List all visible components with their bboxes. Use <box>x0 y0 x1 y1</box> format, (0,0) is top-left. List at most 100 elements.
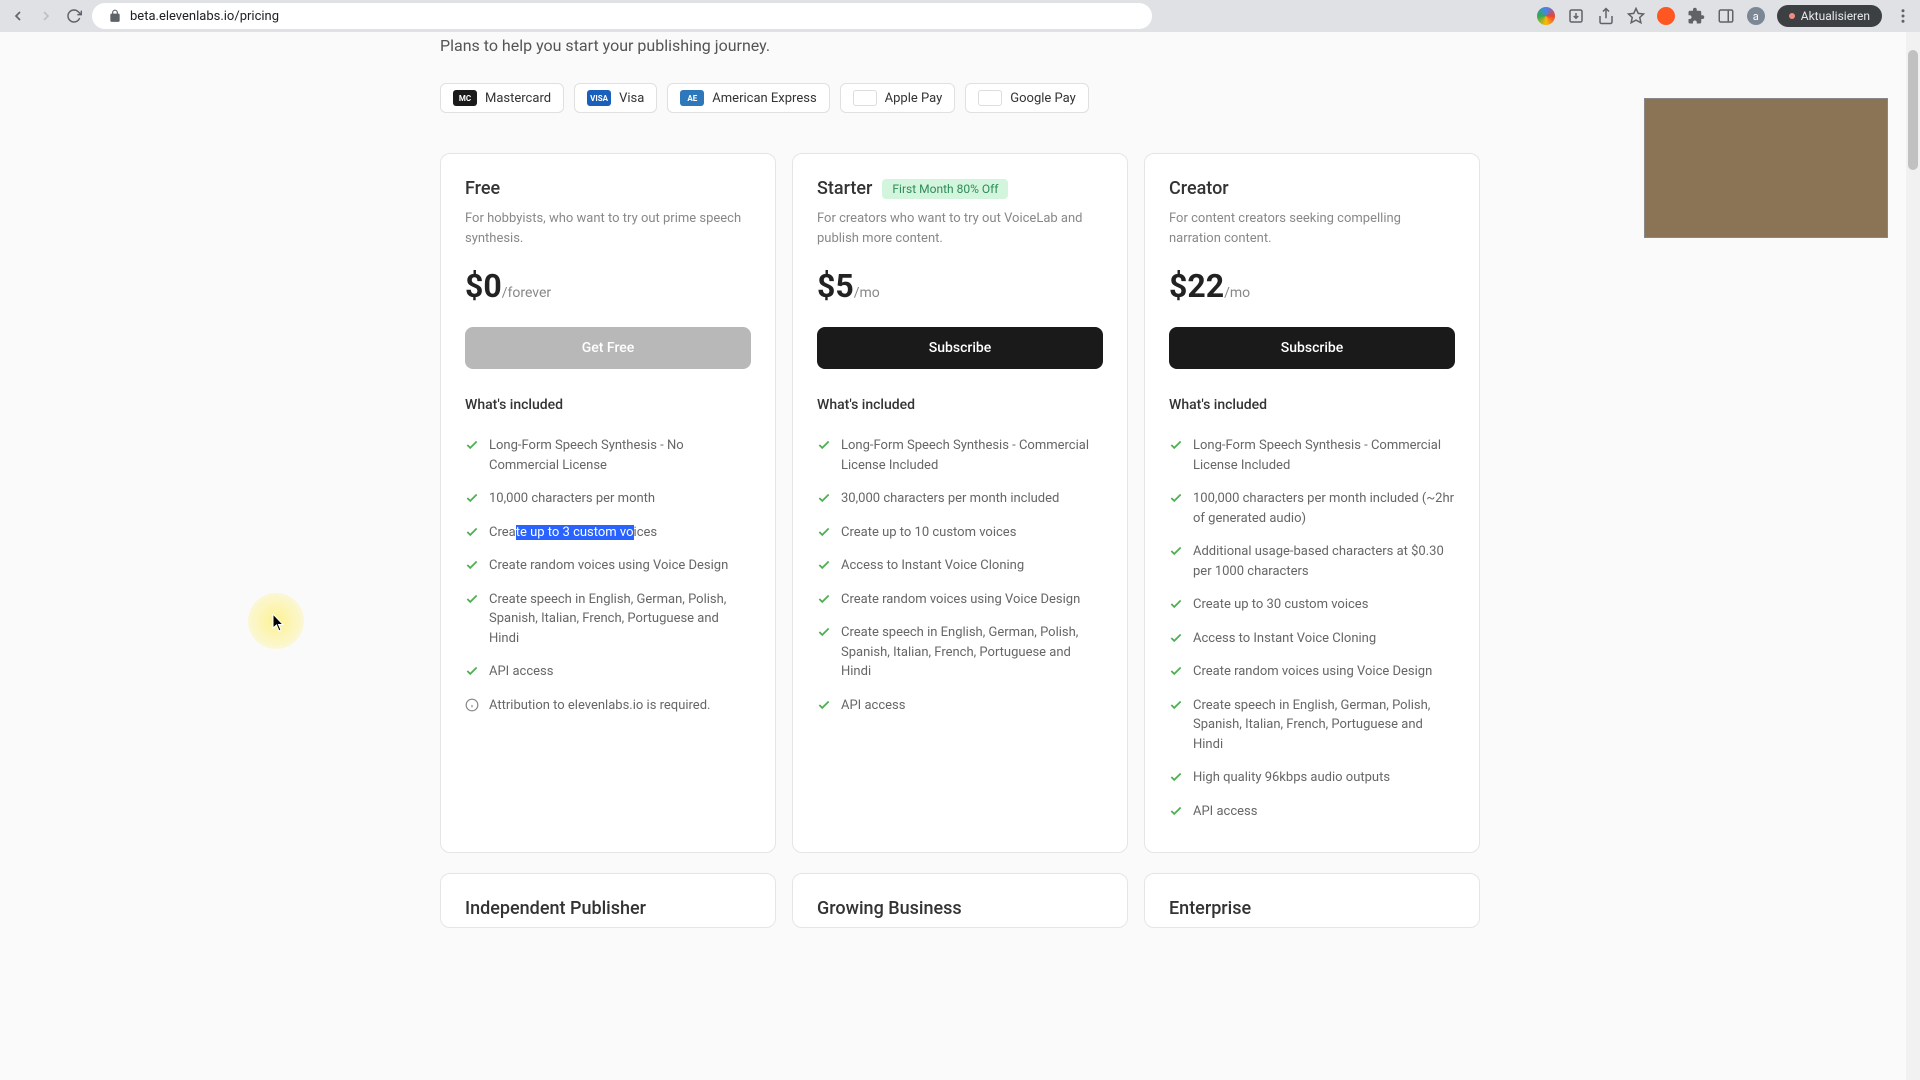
menu-icon[interactable] <box>1894 7 1912 25</box>
feature-text: Long-Form Speech Synthesis - No Commerci… <box>489 436 751 475</box>
plan-name: Starter <box>817 178 872 199</box>
extensions-icon[interactable] <box>1687 7 1705 25</box>
check-icon <box>1169 491 1183 505</box>
install-icon[interactable] <box>1567 7 1585 25</box>
feature-text: 10,000 characters per month <box>489 489 655 509</box>
scrollbar[interactable] <box>1906 32 1920 1080</box>
feature-item: API access <box>1169 795 1455 829</box>
plan-price: $5/mo <box>817 267 1103 305</box>
plan-card-free: Free For hobbyists, who want to try out … <box>440 153 776 853</box>
plan-period: /forever <box>502 285 551 301</box>
payment-label: Mastercard <box>485 91 551 106</box>
address-bar[interactable]: beta.elevenlabs.io/pricing <box>92 3 1152 29</box>
plan-price: $0/forever <box>465 267 751 305</box>
payment-label: Google Pay <box>1010 91 1076 106</box>
feature-item: 30,000 characters per month included <box>817 482 1103 516</box>
feature-item: High quality 96kbps audio outputs <box>1169 761 1455 795</box>
feature-text: Create speech in English, German, Polish… <box>841 623 1103 682</box>
google-lens-icon[interactable] <box>1537 7 1555 25</box>
plan-period: /mo <box>854 285 880 301</box>
feature-text: Create random voices using Voice Design <box>1193 662 1432 682</box>
feature-item: Access to Instant Voice Cloning <box>817 549 1103 583</box>
feature-text: Create up to 10 custom voices <box>841 523 1016 543</box>
highlight-annotation <box>248 593 304 649</box>
check-icon <box>817 525 831 539</box>
check-icon <box>1169 544 1183 558</box>
feature-item: API access <box>817 689 1103 723</box>
feature-text: Create random voices using Voice Design <box>841 590 1080 610</box>
feature-item: Create speech in English, German, Polish… <box>817 616 1103 689</box>
feature-text: Create up to 3 custom voices <box>489 523 657 543</box>
plan-card-creator: Creator For content creators seeking com… <box>1144 153 1480 853</box>
feature-item: Long-Form Speech Synthesis - Commercial … <box>817 429 1103 482</box>
payment-logo-icon: MC <box>453 90 477 106</box>
pricing-plans: Free For hobbyists, who want to try out … <box>440 153 1480 853</box>
check-icon <box>465 558 479 572</box>
plan-price: $22/mo <box>1169 267 1455 305</box>
update-indicator-icon <box>1789 13 1795 19</box>
plan-name: Independent Publisher <box>465 898 751 919</box>
included-heading: What's included <box>1169 397 1455 413</box>
feature-item: API access <box>465 655 751 689</box>
bookmark-icon[interactable] <box>1627 7 1645 25</box>
check-icon <box>1169 664 1183 678</box>
check-icon <box>1169 804 1183 818</box>
plan-description: For hobbyists, who want to try out prime… <box>465 209 751 249</box>
feature-item: Create up to 3 custom voices <box>465 516 751 550</box>
check-icon <box>1169 631 1183 645</box>
page-content: Plans to help you start your publishing … <box>0 32 1920 1080</box>
check-icon <box>465 491 479 505</box>
browser-toolbar: beta.elevenlabs.io/pricing a Aktualisier… <box>0 0 1920 32</box>
lower-plans: Independent Publisher Growing Business Ent… <box>440 873 1480 928</box>
feature-text: Create speech in English, German, Polish… <box>1193 696 1455 755</box>
check-icon <box>817 698 831 712</box>
forward-button[interactable] <box>36 6 56 26</box>
check-icon <box>465 592 479 606</box>
feature-item: 10,000 characters per month <box>465 482 751 516</box>
back-button[interactable] <box>8 6 28 26</box>
scrollbar-thumb[interactable] <box>1908 50 1918 170</box>
feature-item: Attribution to elevenlabs.io is required… <box>465 689 751 723</box>
sidepanel-icon[interactable] <box>1717 7 1735 25</box>
plan-card-enterprise: Enterprise <box>1144 873 1480 928</box>
feature-item: Create up to 30 custom voices <box>1169 588 1455 622</box>
subscribe-button[interactable]: Subscribe <box>1169 327 1455 369</box>
get-free-button[interactable]: Get Free <box>465 327 751 369</box>
plan-period: /mo <box>1224 285 1250 301</box>
check-icon <box>817 592 831 606</box>
payment-label: Apple Pay <box>885 91 943 106</box>
cursor-icon <box>272 614 286 632</box>
profile-avatar[interactable]: a <box>1747 7 1765 25</box>
plan-description: For content creators seeking compelling … <box>1169 209 1455 249</box>
payment-label: American Express <box>712 91 816 106</box>
feature-item: Create speech in English, German, Polish… <box>465 583 751 656</box>
feature-item: Create random voices using Voice Design <box>1169 655 1455 689</box>
update-button[interactable]: Aktualisieren <box>1777 5 1882 27</box>
feature-text: Create speech in English, German, Polish… <box>489 590 751 649</box>
included-heading: What's included <box>817 397 1103 413</box>
feature-text: API access <box>1193 802 1257 822</box>
feature-text: Access to Instant Voice Cloning <box>1193 629 1376 649</box>
feature-text: API access <box>841 696 905 716</box>
extension-brave-icon[interactable] <box>1657 7 1675 25</box>
subscribe-button[interactable]: Subscribe <box>817 327 1103 369</box>
share-icon[interactable] <box>1597 7 1615 25</box>
feature-item: Create up to 10 custom voices <box>817 516 1103 550</box>
reload-button[interactable] <box>64 6 84 26</box>
plan-description: For creators who want to try out VoiceLa… <box>817 209 1103 249</box>
feature-item: 100,000 characters per month included (~… <box>1169 482 1455 535</box>
url-text: beta.elevenlabs.io/pricing <box>130 9 279 24</box>
payment-chip-visa: VISAVisa <box>574 83 657 113</box>
lock-icon <box>108 9 122 23</box>
check-icon <box>465 664 479 678</box>
feature-text: API access <box>489 662 553 682</box>
page-subtitle: Plans to help you start your publishing … <box>440 36 1480 55</box>
payment-logo-icon: VISA <box>587 90 611 106</box>
check-icon <box>817 491 831 505</box>
payment-logo-icon: G <box>978 90 1002 106</box>
feature-item: Create speech in English, German, Polish… <box>1169 689 1455 762</box>
plan-name: Growing Business <box>817 898 1103 919</box>
check-icon <box>465 438 479 452</box>
plan-name: Creator <box>1169 178 1229 199</box>
check-icon <box>817 625 831 639</box>
